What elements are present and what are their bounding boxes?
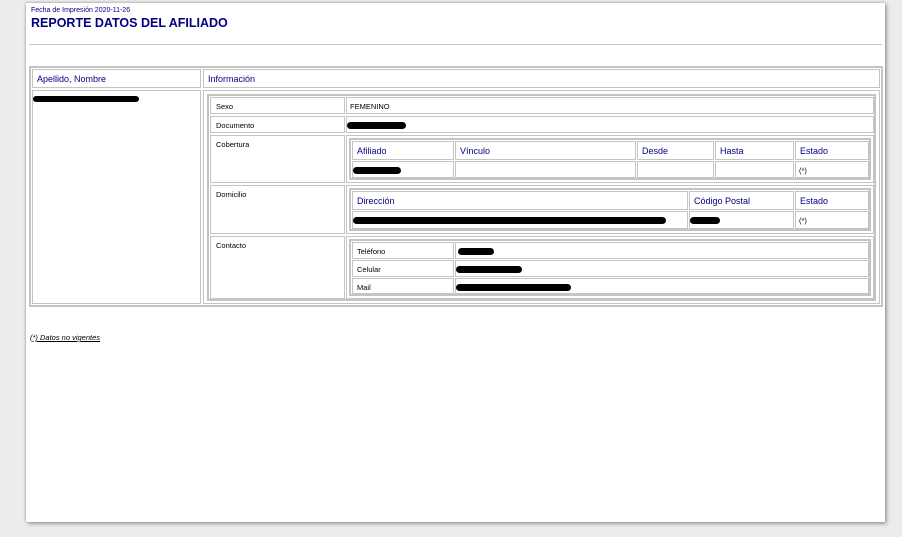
- cobertura-header-estado-label: Estado: [800, 146, 829, 156]
- domicilio-header-direccion: Dirección: [352, 191, 688, 210]
- redacted-documento: [347, 122, 406, 129]
- report-page: Fecha de Impresión 2020-11-26 REPORTE DA…: [26, 3, 885, 522]
- contacto-label-cell: Contacto: [210, 236, 345, 299]
- documento-label-cell: Documento: [210, 116, 345, 133]
- telefono-value-cell: [455, 242, 869, 259]
- cobertura-header-vinculo: Vínculo: [455, 141, 636, 160]
- cobertura-header-hasta: Hasta: [715, 141, 794, 160]
- sexo-label: Sexo: [216, 102, 234, 111]
- sexo-value: FEMENINO: [350, 102, 390, 111]
- domicilio-direccion-cell: [352, 211, 688, 229]
- cobertura-header-vinculo-label: Vínculo: [460, 146, 491, 156]
- divider: [29, 44, 882, 45]
- affiliate-name-cell: [32, 90, 201, 304]
- domicilio-estado-value: (*): [799, 216, 807, 225]
- info-table: Sexo FEMENINO Documento Cobertura Afilia…: [207, 94, 876, 301]
- cobertura-header-estado: Estado: [795, 141, 869, 160]
- documento-value-cell: [346, 116, 874, 133]
- column-header-info: Información: [203, 69, 880, 88]
- contacto-label: Contacto: [216, 241, 247, 250]
- redacted-codigo-postal: [690, 217, 720, 224]
- cobertura-estado-cell: (*): [795, 161, 869, 178]
- affiliate-info-cell: Sexo FEMENINO Documento Cobertura Afilia…: [203, 90, 880, 304]
- mail-value-cell: [455, 278, 869, 294]
- cobertura-header-desde: Desde: [637, 141, 714, 160]
- redacted-name: [33, 96, 139, 102]
- sexo-label-cell: Sexo: [210, 97, 345, 114]
- footnote: (*) Datos no vigentes: [30, 333, 101, 342]
- contacto-table: Teléfono Celular Mail: [349, 239, 871, 296]
- documento-label: Documento: [216, 121, 255, 130]
- cobertura-header-afiliado-label: Afiliado: [357, 146, 387, 156]
- domicilio-header-codigo-postal-label: Código Postal: [694, 196, 751, 206]
- redacted-telefono: [458, 248, 494, 255]
- domicilio-table: Dirección Código Postal Estado (*): [349, 188, 871, 231]
- cobertura-afiliado-cell: [352, 161, 454, 178]
- celular-value-cell: [455, 260, 869, 277]
- mail-label: Mail: [357, 283, 371, 292]
- domicilio-codigo-postal-cell: [689, 211, 794, 229]
- column-header-name-label: Apellido, Nombre: [37, 74, 107, 84]
- domicilio-header-estado: Estado: [795, 191, 869, 210]
- column-header-info-label: Información: [208, 74, 256, 84]
- celular-label-cell: Celular: [352, 260, 454, 277]
- cobertura-vinculo-cell: [455, 161, 636, 178]
- cobertura-desde-cell: [637, 161, 714, 178]
- cobertura-table: Afiliado Vínculo Desde Hasta Estado (*): [349, 138, 871, 180]
- celular-label: Celular: [357, 265, 381, 274]
- cobertura-header-desde-label: Desde: [642, 146, 669, 156]
- print-date: Fecha de Impresión 2020-11-26: [31, 7, 131, 14]
- column-header-name: Apellido, Nombre: [32, 69, 201, 88]
- redacted-mail: [456, 284, 571, 291]
- domicilio-value-cell: Dirección Código Postal Estado (*): [346, 185, 874, 234]
- telefono-label-cell: Teléfono: [352, 242, 454, 259]
- redacted-afiliado: [353, 167, 401, 174]
- cobertura-header-afiliado: Afiliado: [352, 141, 454, 160]
- cobertura-label: Cobertura: [216, 140, 250, 149]
- mail-label-cell: Mail: [352, 278, 454, 294]
- domicilio-label: Domicilio: [216, 190, 247, 199]
- telefono-label: Teléfono: [357, 247, 386, 256]
- redacted-celular: [456, 266, 522, 273]
- sexo-value-cell: FEMENINO: [346, 97, 874, 114]
- cobertura-label-cell: Cobertura: [210, 135, 345, 183]
- domicilio-estado-cell: (*): [795, 211, 869, 229]
- domicilio-header-estado-label: Estado: [800, 196, 829, 206]
- page-title: REPORTE DATOS DEL AFILIADO: [31, 16, 228, 30]
- domicilio-label-cell: Domicilio: [210, 185, 345, 234]
- affiliate-table: Apellido, Nombre Información Sexo FEMENI…: [29, 66, 883, 307]
- cobertura-header-hasta-label: Hasta: [720, 146, 744, 156]
- cobertura-hasta-cell: [715, 161, 794, 178]
- cobertura-estado-value: (*): [799, 166, 807, 175]
- redacted-direccion: [353, 217, 666, 224]
- domicilio-header-codigo-postal: Código Postal: [689, 191, 794, 210]
- domicilio-header-direccion-label: Dirección: [357, 196, 395, 206]
- cobertura-value-cell: Afiliado Vínculo Desde Hasta Estado (*): [346, 135, 874, 183]
- contacto-value-cell: Teléfono Celular Mail: [346, 236, 874, 299]
